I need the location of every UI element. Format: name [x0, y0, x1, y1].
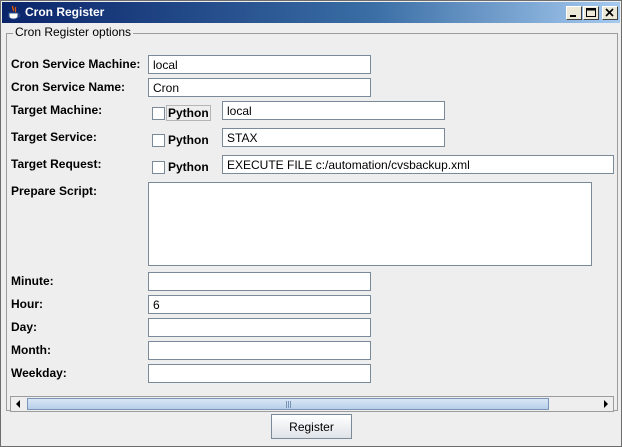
weekday-field[interactable]	[148, 364, 371, 383]
day-field[interactable]	[148, 318, 371, 337]
grip-icon	[286, 401, 291, 408]
month-field[interactable]	[148, 341, 371, 360]
arrow-right-icon[interactable]	[598, 397, 613, 411]
target-service-label: Target Service:	[11, 130, 97, 144]
target-request-python-checkbox[interactable]	[152, 161, 165, 174]
maximize-icon	[586, 8, 596, 17]
minute-field[interactable]	[148, 272, 371, 291]
target-request-python-label[interactable]: Python	[168, 160, 209, 174]
target-machine-label: Target Machine:	[11, 103, 103, 117]
prepare-script-textarea[interactable]	[148, 182, 592, 266]
target-request-field[interactable]: EXECUTE FILE c:/automation/cvsbackup.xml	[222, 155, 614, 174]
java-cup-icon	[8, 5, 21, 20]
close-icon	[605, 8, 614, 17]
minute-label: Minute:	[11, 274, 54, 288]
arrow-left-icon[interactable]	[11, 397, 26, 411]
target-service-python-label[interactable]: Python	[168, 133, 209, 147]
service-machine-label: Cron Service Machine:	[11, 57, 141, 71]
horizontal-scrollbar[interactable]	[10, 396, 614, 412]
target-service-field[interactable]: STAX	[222, 128, 445, 147]
title-bar[interactable]: Cron Register	[2, 2, 620, 23]
target-service-python-checkbox[interactable]	[152, 134, 165, 147]
group-title: Cron Register options	[13, 25, 134, 39]
target-request-label: Target Request:	[11, 157, 102, 171]
minimize-icon	[570, 15, 576, 17]
target-machine-python-label[interactable]: Python	[166, 105, 211, 121]
target-machine-field[interactable]: local	[222, 101, 445, 120]
scrollbar-thumb[interactable]	[27, 398, 549, 410]
maximize-button[interactable]	[583, 6, 599, 20]
window-title: Cron Register	[25, 5, 105, 19]
service-machine-field[interactable]: local	[148, 55, 371, 74]
close-button[interactable]	[602, 6, 618, 20]
weekday-label: Weekday:	[11, 366, 67, 380]
service-name-label: Cron Service Name:	[11, 80, 126, 94]
service-name-field[interactable]: Cron	[148, 78, 371, 97]
month-label: Month:	[11, 343, 51, 357]
target-machine-python-checkbox[interactable]	[152, 107, 165, 120]
hour-label: Hour:	[11, 297, 43, 311]
hour-field[interactable]: 6	[148, 295, 371, 314]
register-button[interactable]: Register	[271, 414, 352, 439]
day-label: Day:	[11, 320, 38, 334]
prepare-script-label: Prepare Script:	[11, 184, 98, 198]
cron-register-window: Cron Register Cron Register options Cron…	[0, 0, 622, 447]
minimize-button[interactable]	[566, 6, 582, 20]
